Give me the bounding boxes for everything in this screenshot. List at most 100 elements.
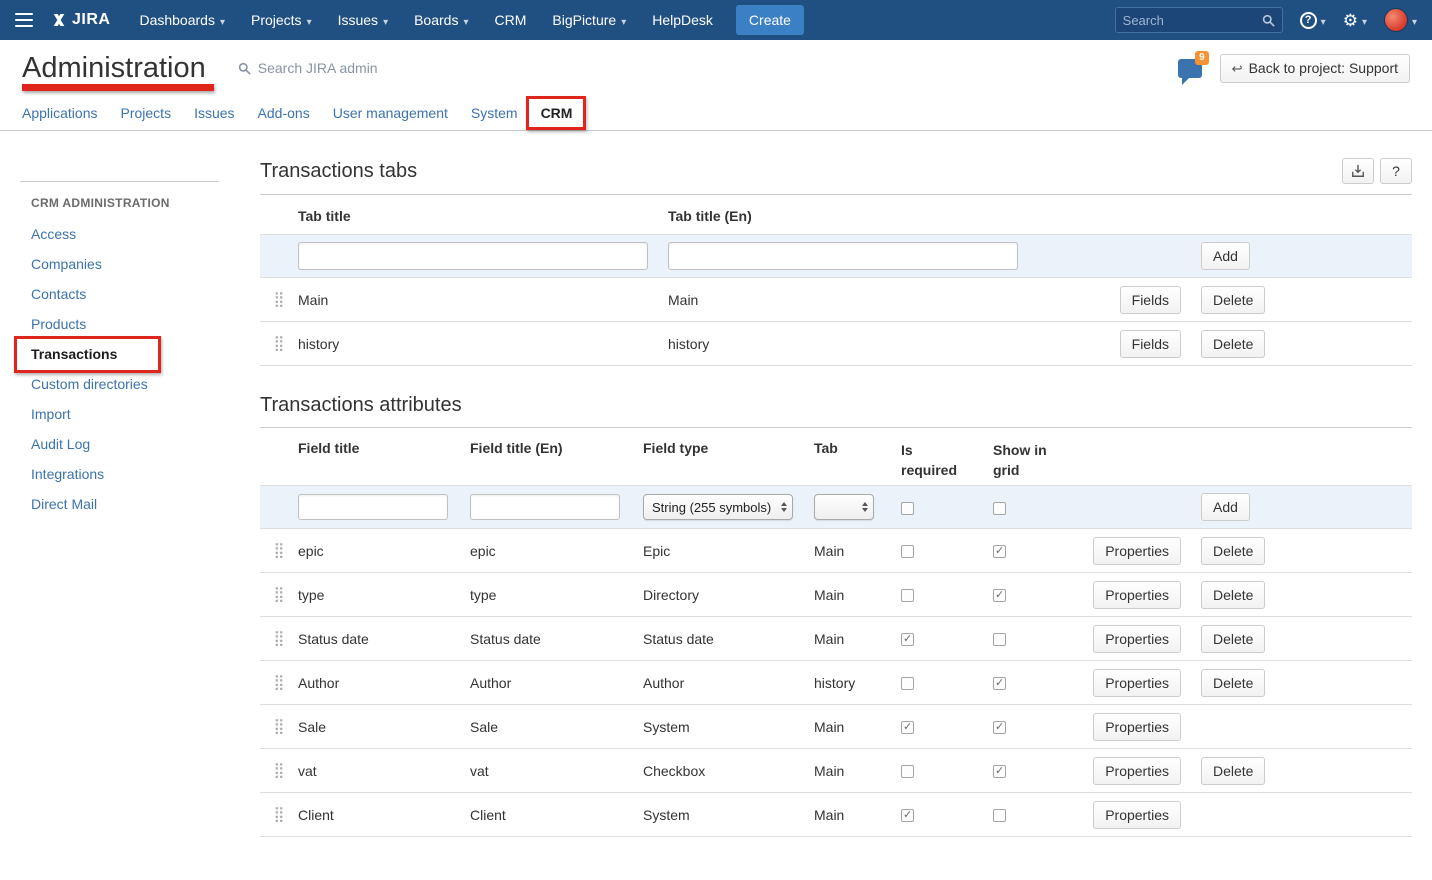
sidebar-item-direct-mail[interactable]: Direct Mail — [31, 497, 220, 511]
tabs-section-title: Transactions tabs — [260, 160, 417, 183]
quick-search-input[interactable] — [1123, 13, 1262, 28]
sidebar-item-import[interactable]: Import — [31, 407, 220, 421]
drag-handle-icon[interactable] — [260, 543, 298, 558]
new-field-title-en-input[interactable] — [470, 494, 620, 520]
show-in-grid-checkbox[interactable] — [993, 633, 1006, 646]
is-required-checkbox[interactable] — [901, 545, 914, 558]
field-type: Checkbox — [643, 763, 814, 779]
is-required-checkbox[interactable] — [901, 721, 914, 734]
feedback-bubble-icon[interactable]: 9 — [1178, 59, 1202, 78]
field-title: Status date — [298, 631, 470, 647]
sidebar-item-companies[interactable]: Companies — [31, 257, 220, 271]
back-to-project-button[interactable]: Back to project: Support — [1220, 54, 1410, 83]
page-title-wrap: Administration — [22, 52, 206, 85]
sidebar-item-audit-log[interactable]: Audit Log — [31, 437, 220, 451]
field-title-en: Client — [470, 807, 643, 823]
help-menu[interactable] — [1300, 12, 1326, 29]
nav-boards[interactable]: Boards — [401, 0, 481, 40]
tab-applications[interactable]: Applications — [22, 105, 98, 121]
sidebar-item-transactions[interactable]: Transactions — [31, 347, 220, 361]
export-button[interactable] — [1342, 158, 1374, 184]
tab-issues[interactable]: Issues — [194, 105, 234, 121]
field-tab: Main — [814, 719, 901, 735]
new-show-in-grid-checkbox[interactable] — [993, 502, 1006, 515]
properties-button[interactable]: Properties — [1093, 537, 1181, 565]
hamburger-menu-icon[interactable] — [15, 13, 33, 27]
tab-projects[interactable]: Projects — [121, 105, 172, 121]
show-in-grid-checkbox[interactable] — [993, 765, 1006, 778]
search-icon[interactable] — [1262, 14, 1275, 27]
chevron-down-icon — [1362, 12, 1367, 28]
field-type-select[interactable]: String (255 symbols) — [643, 494, 793, 520]
drag-handle-icon[interactable] — [260, 719, 298, 734]
delete-attribute-button[interactable]: Delete — [1201, 669, 1265, 697]
add-tab-button[interactable]: Add — [1201, 242, 1250, 270]
nav-projects[interactable]: Projects — [238, 0, 325, 40]
properties-button[interactable]: Properties — [1093, 669, 1181, 697]
create-button[interactable]: Create — [736, 5, 804, 35]
new-tab-title-en-input[interactable] — [668, 242, 1018, 270]
drag-handle-icon[interactable] — [260, 631, 298, 646]
nav-dashboards[interactable]: Dashboards — [126, 0, 238, 40]
crm-admin-sidebar: CRM ADMINISTRATION Access Companies Cont… — [0, 131, 240, 880]
admin-search-input[interactable] — [258, 60, 468, 76]
tab-add-ons[interactable]: Add-ons — [258, 105, 310, 121]
drag-handle-icon[interactable] — [260, 336, 298, 351]
delete-tab-button[interactable]: Delete — [1201, 286, 1265, 314]
user-profile-menu[interactable] — [1384, 8, 1417, 32]
nav-bigpicture[interactable]: BigPicture — [539, 0, 639, 40]
delete-attribute-button[interactable]: Delete — [1201, 537, 1265, 565]
is-required-checkbox[interactable] — [901, 765, 914, 778]
drag-handle-icon[interactable] — [260, 292, 298, 307]
drag-handle-icon[interactable] — [260, 675, 298, 690]
field-title: epic — [298, 543, 470, 559]
nav-issues[interactable]: Issues — [325, 0, 402, 40]
sidebar-item-products[interactable]: Products — [31, 317, 220, 331]
fields-button[interactable]: Fields — [1120, 330, 1181, 358]
drag-handle-icon[interactable] — [260, 763, 298, 778]
jira-logo[interactable]: JIRA — [51, 11, 110, 29]
new-field-title-input[interactable] — [298, 494, 448, 520]
main-content: Transactions tabs ? Tab title Tab title … — [240, 131, 1432, 880]
sidebar-item-integrations[interactable]: Integrations — [31, 467, 220, 481]
properties-button[interactable]: Properties — [1093, 625, 1181, 653]
tab-system[interactable]: System — [471, 105, 518, 121]
sidebar-item-contacts[interactable]: Contacts — [31, 287, 220, 301]
delete-attribute-button[interactable]: Delete — [1201, 625, 1265, 653]
add-attribute-button[interactable]: Add — [1201, 493, 1250, 521]
show-in-grid-checkbox[interactable] — [993, 545, 1006, 558]
tab-user-management[interactable]: User management — [333, 105, 448, 121]
nav-helpdesk[interactable]: HelpDesk — [639, 0, 726, 40]
show-in-grid-checkbox[interactable] — [993, 809, 1006, 822]
properties-button[interactable]: Properties — [1093, 757, 1181, 785]
drag-handle-icon[interactable] — [260, 587, 298, 602]
drag-handle-icon[interactable] — [260, 807, 298, 822]
fields-button[interactable]: Fields — [1120, 286, 1181, 314]
chevron-down-icon — [1321, 12, 1326, 28]
sidebar-item-access[interactable]: Access — [31, 227, 220, 241]
properties-button[interactable]: Properties — [1093, 581, 1181, 609]
sidebar-item-custom-directories[interactable]: Custom directories — [31, 377, 220, 391]
delete-tab-button[interactable]: Delete — [1201, 330, 1265, 358]
help-button[interactable]: ? — [1380, 158, 1412, 184]
show-in-grid-checkbox[interactable] — [993, 721, 1006, 734]
is-required-checkbox[interactable] — [901, 589, 914, 602]
attribute-row: Sale Sale System Main Properties — [260, 705, 1412, 749]
delete-attribute-button[interactable]: Delete — [1201, 757, 1265, 785]
is-required-checkbox[interactable] — [901, 809, 914, 822]
is-required-checkbox[interactable] — [901, 677, 914, 690]
is-required-checkbox[interactable] — [901, 633, 914, 646]
show-in-grid-checkbox[interactable] — [993, 677, 1006, 690]
admin-settings-menu[interactable] — [1343, 12, 1367, 29]
attribute-row: type type Directory Main Properties Dele… — [260, 573, 1412, 617]
properties-button[interactable]: Properties — [1093, 713, 1181, 741]
new-tab-title-input[interactable] — [298, 242, 648, 270]
show-in-grid-checkbox[interactable] — [993, 589, 1006, 602]
new-is-required-checkbox[interactable] — [901, 502, 914, 515]
tab-crm[interactable]: CRM — [541, 105, 573, 121]
properties-button[interactable]: Properties — [1093, 801, 1181, 829]
tab-select[interactable] — [814, 494, 874, 520]
tab-title: history — [298, 336, 668, 352]
nav-crm[interactable]: CRM — [481, 0, 539, 40]
delete-attribute-button[interactable]: Delete — [1201, 581, 1265, 609]
